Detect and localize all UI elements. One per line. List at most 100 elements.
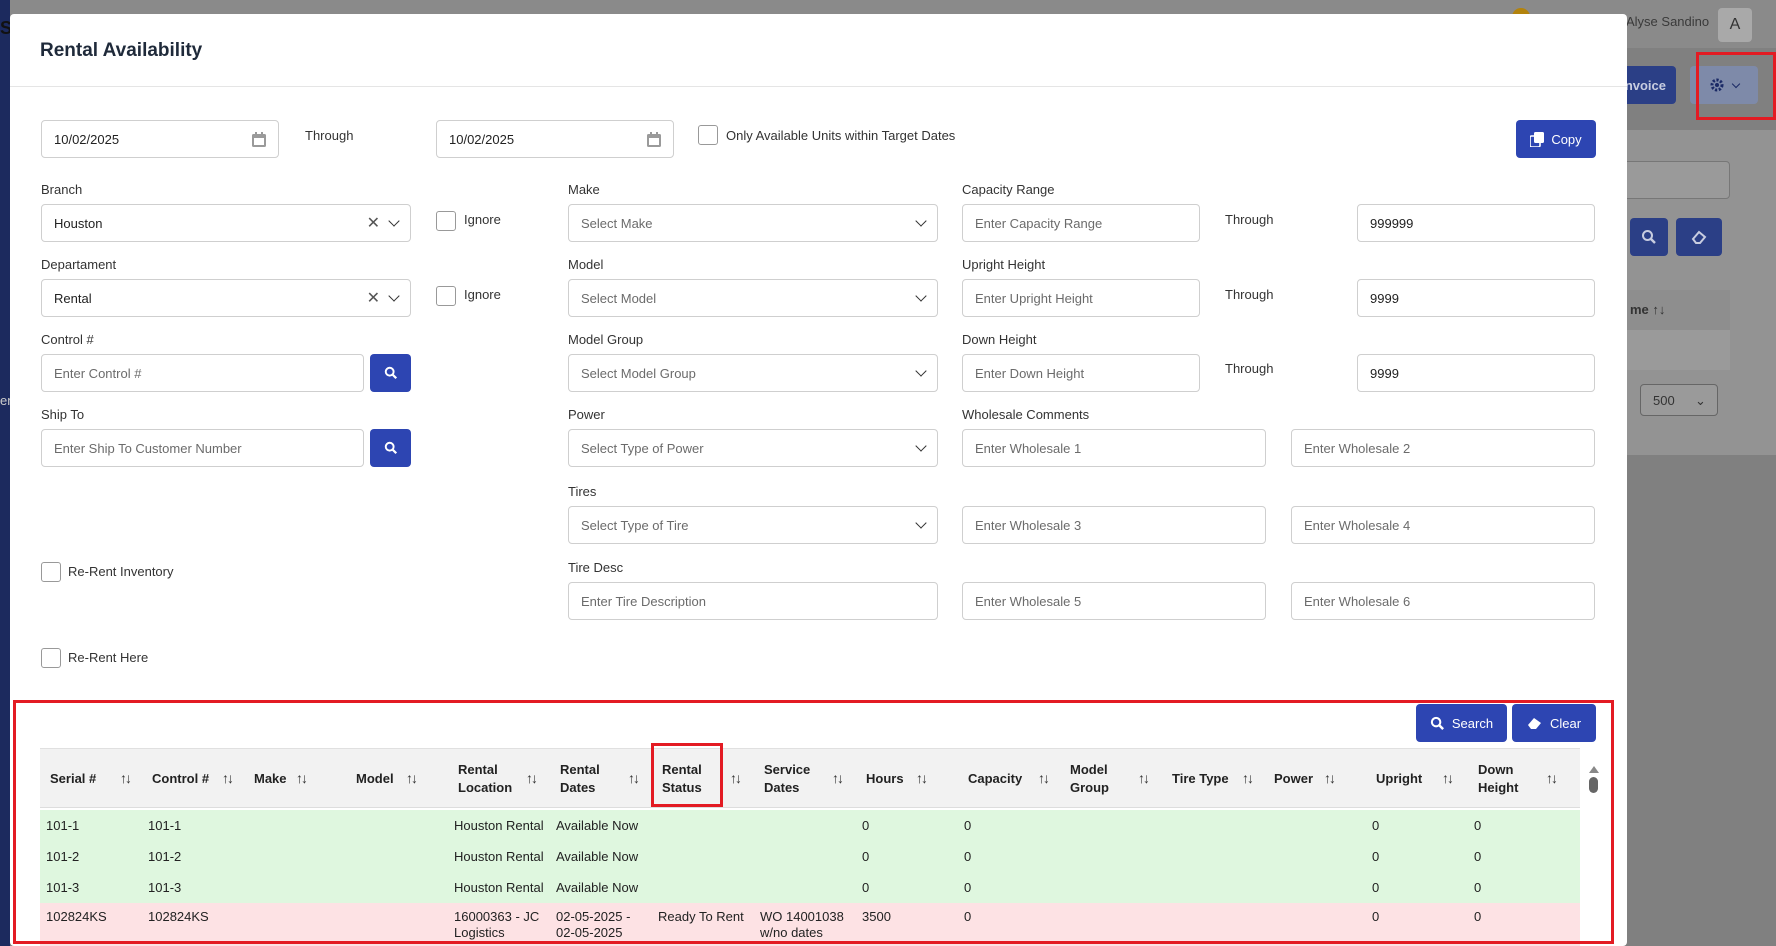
table-row[interactable]: 101-2 101-2 Houston Rental Available Now 0 0 0… xyxy=(40,841,1580,872)
branch-ignore-checkbox[interactable] xyxy=(436,211,456,231)
background-clear-button[interactable] xyxy=(1676,218,1722,256)
rental-availability-modal: Rental Availability 10/02/2025 Through 1… xyxy=(10,14,1627,946)
capacity-to-input[interactable]: 999999 xyxy=(1357,204,1595,242)
column-header[interactable]: Hours xyxy=(856,749,904,809)
sort-icon[interactable]: ↑↓ xyxy=(1138,770,1150,786)
scroll-up-arrow[interactable] xyxy=(1589,766,1599,773)
clear-button[interactable]: Clear xyxy=(1512,704,1596,742)
search-button[interactable]: Search xyxy=(1416,704,1507,742)
table-row[interactable]: 102824KS 102824KS 16000363 - JC Logistics 0… xyxy=(40,903,1580,946)
table-cell xyxy=(652,810,658,841)
tires-select[interactable]: Select Type of Tire xyxy=(568,506,938,544)
table-cell: 0 xyxy=(1474,848,1482,864)
sort-icon[interactable]: ↑↓ xyxy=(628,770,640,786)
upright-from-input[interactable]: Enter Upright Height xyxy=(962,279,1200,317)
table-row[interactable]: 101-3 101-3 Houston Rental Available Now 0 0 0… xyxy=(40,872,1580,903)
search-icon xyxy=(1642,230,1656,244)
wholesale-4-input[interactable]: Enter Wholesale 4 xyxy=(1291,506,1595,544)
model-select[interactable]: Select Model xyxy=(568,279,938,317)
sort-icon[interactable]: ↑↓ xyxy=(916,770,928,786)
control-search-button[interactable] xyxy=(370,354,411,392)
table-cell xyxy=(1162,872,1168,903)
wholesale-6-input[interactable]: Enter Wholesale 6 xyxy=(1291,582,1595,620)
gear-icon xyxy=(1710,78,1724,92)
column-header[interactable]: Model Group xyxy=(1060,749,1109,809)
table-cell xyxy=(346,810,352,841)
sort-icon[interactable]: ↑↓ xyxy=(526,770,538,786)
table-cell: Houston Rental xyxy=(454,817,544,833)
avatar[interactable]: A xyxy=(1718,8,1752,42)
column-header[interactable]: Rental Location xyxy=(448,749,512,809)
settings-dropdown-button[interactable] xyxy=(1690,66,1758,104)
make-select[interactable]: Select Make xyxy=(568,204,938,242)
column-header[interactable]: Serial # xyxy=(40,749,96,809)
sort-icon[interactable]: ↑↓ xyxy=(296,770,308,786)
sort-icon[interactable]: ↑↓ xyxy=(120,770,132,786)
scroll-thumb[interactable] xyxy=(1589,777,1598,793)
column-header[interactable]: Down Height xyxy=(1468,749,1518,809)
down-from-input[interactable]: Enter Down Height xyxy=(962,354,1200,392)
wholesale-2-input[interactable]: Enter Wholesale 2 xyxy=(1291,429,1595,467)
sort-icon[interactable]: ↑↓ xyxy=(1546,770,1558,786)
column-header[interactable]: Service Dates xyxy=(754,749,810,809)
sort-icon[interactable]: ↑↓ xyxy=(406,770,418,786)
column-header[interactable]: Rental Dates xyxy=(550,749,600,809)
column-header-label: Model xyxy=(356,771,394,786)
date-from-field[interactable]: 10/02/2025 xyxy=(41,120,279,158)
table-scrollbar[interactable] xyxy=(1588,766,1600,946)
sort-icon[interactable]: ↑↓ xyxy=(730,770,742,786)
department-select[interactable]: Rental ✕ xyxy=(41,279,411,317)
branch-label: Branch xyxy=(41,182,83,197)
power-select[interactable]: Select Type of Power xyxy=(568,429,938,467)
sort-icon[interactable]: ↑↓ xyxy=(1324,770,1336,786)
column-header[interactable]: Power xyxy=(1264,749,1313,809)
only-available-checkbox[interactable] xyxy=(698,125,718,145)
column-header[interactable]: Model xyxy=(346,749,394,809)
date-to-field[interactable]: 10/02/2025 xyxy=(436,120,674,158)
wholesale-5-input[interactable]: Enter Wholesale 5 xyxy=(962,582,1266,620)
ship-to-search-button[interactable] xyxy=(370,429,411,467)
re-rent-inventory-checkbox[interactable] xyxy=(41,562,61,582)
sort-icon[interactable]: ↑↓ xyxy=(1442,770,1454,786)
re-rent-here-checkbox[interactable] xyxy=(41,648,61,668)
column-header-label: Rental xyxy=(458,762,498,777)
sort-icon[interactable]: ↑↓ xyxy=(222,770,234,786)
upright-to-input[interactable]: 9999 xyxy=(1357,279,1595,317)
invoice-label: Invoice xyxy=(1621,77,1666,93)
model-group-select[interactable]: Select Model Group xyxy=(568,354,938,392)
table-cell xyxy=(1264,810,1270,841)
eraser-icon xyxy=(1691,230,1707,244)
table-row[interactable]: 101-1 101-1 Houston Rental Available Now 0 0 0… xyxy=(40,810,1580,841)
calendar-icon xyxy=(647,131,661,147)
column-header[interactable]: Upright xyxy=(1366,749,1422,809)
column-header[interactable]: Tire Type xyxy=(1162,749,1229,809)
department-ignore-checkbox[interactable] xyxy=(436,286,456,306)
page-size-select[interactable]: 500 ⌄ xyxy=(1640,384,1718,416)
table-cell: 02-05-2025 - 02-05-2025 xyxy=(556,909,631,940)
copy-button[interactable]: Copy xyxy=(1516,120,1596,158)
tire-desc-input[interactable]: Enter Tire Description xyxy=(568,582,938,620)
sort-icon[interactable]: ↑↓ xyxy=(1038,770,1050,786)
branch-select[interactable]: Houston ✕ xyxy=(41,204,411,242)
ship-to-input[interactable]: Enter Ship To Customer Number xyxy=(41,429,364,467)
column-header[interactable]: Rental Status xyxy=(652,749,702,809)
user-name[interactable]: Alyse Sandino xyxy=(1626,14,1709,29)
down-to-input[interactable]: 9999 xyxy=(1357,354,1595,392)
column-header[interactable]: Make xyxy=(244,749,287,809)
column-header[interactable]: Control # xyxy=(142,749,209,809)
capacity-from-input[interactable]: Enter Capacity Range xyxy=(962,204,1200,242)
modal-title: Rental Availability xyxy=(40,40,203,61)
control-input[interactable]: Enter Control # xyxy=(41,354,364,392)
down-label: Down Height xyxy=(962,332,1037,347)
clear-icon[interactable]: ✕ xyxy=(367,213,380,233)
wholesale-1-input[interactable]: Enter Wholesale 1 xyxy=(962,429,1266,467)
wholesale-3-input[interactable]: Enter Wholesale 3 xyxy=(962,506,1266,544)
table-cell: 101-2 xyxy=(148,848,182,864)
clear-icon[interactable]: ✕ xyxy=(367,288,380,308)
sort-icon[interactable]: ↑↓ xyxy=(1242,770,1254,786)
column-header[interactable]: Capacity xyxy=(958,749,1022,809)
sort-icon[interactable]: ↑↓ xyxy=(832,770,844,786)
power-placeholder: Select Type of Power xyxy=(581,440,704,456)
column-header-label: Rental xyxy=(560,762,600,777)
background-search-button[interactable] xyxy=(1630,218,1668,256)
